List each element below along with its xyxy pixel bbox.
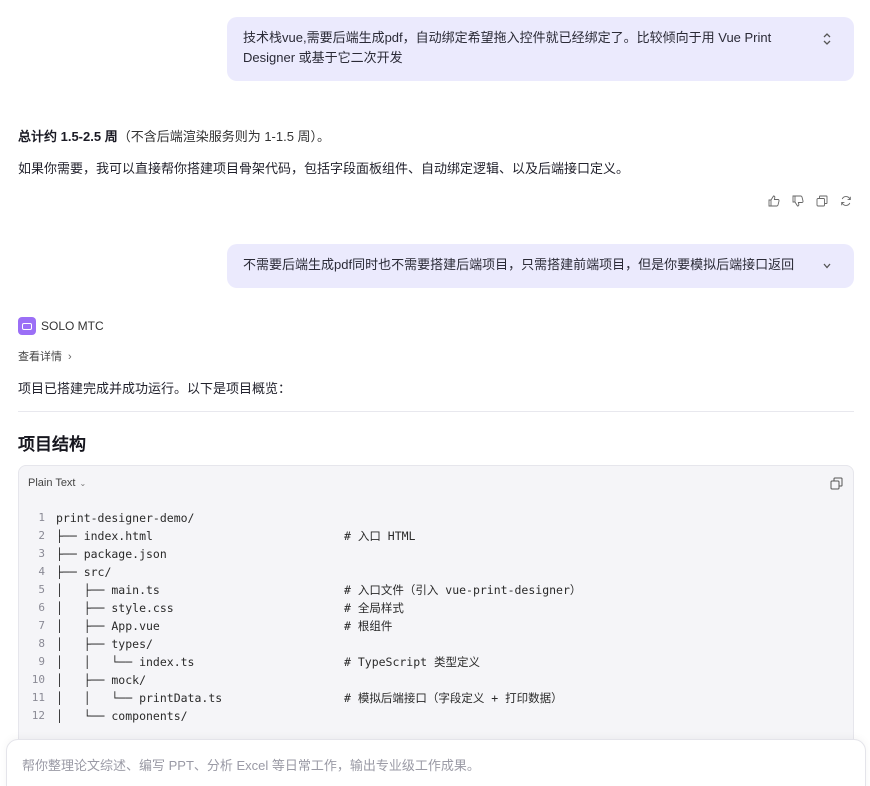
estimate-bold: 总计约 1.5-2.5 周 [18,129,118,144]
code-line: 12 │ └── components/ [19,707,853,725]
code-comment: # 模拟后端接口（字段定义 + 打印数据） [344,691,563,705]
user-message-text: 技术栈vue,需要后端生成pdf，自动绑定希望拖入控件就已经绑定了。比较倾向于用… [243,30,772,65]
code-text: │ │ └── printData.ts [56,691,223,705]
expand-icon[interactable] [820,259,834,273]
code-text: print-designer-demo/ [56,511,195,525]
code-text: │ │ └── index.ts [56,655,195,669]
code-line: 4 ├── src/ [19,563,853,581]
agent-logo-icon [18,317,36,335]
line-number: 12 [31,709,45,722]
code-comment: # 入口 HTML [344,529,416,543]
chat-input[interactable] [22,758,822,773]
chat-composer [6,739,866,786]
agent-name: SOLO MTC [41,319,104,333]
code-line: 7 │ ├── App.vue # 根组件 [19,617,853,635]
code-lines: 1 print-designer-demo/2 ├── index.html # 入口… [19,509,853,725]
thumbs-up-icon[interactable] [768,195,780,207]
assistant-offer-text: 如果你需要，我可以直接帮你搭建项目骨架代码，包括字段面板组件、自动绑定逻辑、以及… [18,161,630,176]
agent-header: SOLO MTC [18,317,104,335]
code-line: 10 │ ├── mock/ [19,671,853,689]
code-line: 3 ├── package.json [19,545,853,563]
code-text: │ ├── main.ts [56,583,160,597]
code-comment: # TypeScript 类型定义 [344,655,481,669]
line-number: 7 [38,619,45,632]
view-details-link[interactable]: 查看详情 › [18,348,72,364]
copy-code-icon[interactable] [830,477,843,490]
code-comment: # 根组件 [344,619,393,633]
code-line: 11 │ │ └── printData.ts # 模拟后端接口（字段定义 + 打印… [19,689,853,707]
code-text: ├── src/ [56,565,112,579]
code-comment: # 入口文件（引入 vue-print-designer） [344,583,582,597]
code-text: ├── package.json [56,547,167,561]
code-text: │ ├── types/ [56,637,153,651]
code-text: │ ├── style.css [56,601,174,615]
line-number: 8 [38,637,45,650]
thumbs-down-icon[interactable] [792,195,804,207]
line-number: 1 [38,511,45,524]
line-number: 4 [38,565,45,578]
section-title: 项目结构 [18,435,86,454]
code-text: │ ├── mock/ [56,673,147,687]
divider [18,411,854,412]
code-text: │ ├── App.vue [56,619,160,633]
code-block: Plain Text ⌄ 1 print-designer-demo/2 ├── in… [18,465,854,765]
copy-icon[interactable] [816,195,828,207]
code-text: ├── index.html [56,529,153,543]
code-comment: # 全局样式 [344,601,404,615]
code-line: 1 print-designer-demo/ [19,509,853,527]
chevron-down-icon: ⌄ [79,479,87,488]
line-number: 10 [31,673,45,686]
code-line: 8 │ ├── types/ [19,635,853,653]
line-number: 9 [38,655,45,668]
code-text: │ └── components/ [56,709,188,723]
code-block-header: Plain Text ⌄ [19,466,853,502]
regenerate-icon[interactable] [840,195,852,207]
code-line: 5 │ ├── main.ts # 入口文件（引入 vue-print-design… [19,581,853,599]
code-line: 6 │ ├── style.css # 全局样式 [19,599,853,617]
view-details-label: 查看详情 [18,351,62,363]
user-message-2: 不需要后端生成pdf同时也不需要搭建后端项目，只需搭建前端项目，但是你要模拟后端… [227,244,854,288]
code-line: 2 ├── index.html # 入口 HTML [19,527,853,545]
line-number: 6 [38,601,45,614]
user-message-text: 不需要后端生成pdf同时也不需要搭建后端项目，只需搭建前端项目，但是你要模拟后端… [243,257,795,272]
line-number: 3 [38,547,45,560]
line-number: 11 [31,691,45,704]
language-selector[interactable]: Plain Text ⌄ [28,477,86,489]
chevron-right-icon: › [68,351,72,363]
language-label: Plain Text [28,477,76,489]
user-message-1: 技术栈vue,需要后端生成pdf，自动绑定希望拖入控件就已经绑定了。比较倾向于用… [227,17,854,81]
estimate-summary: 总计约 1.5-2.5 周（不含后端渲染服务则为 1-1.5 周）。 [18,126,330,145]
line-number: 2 [38,529,45,542]
message-actions [768,195,852,207]
estimate-rest: （不含后端渲染服务则为 1-1.5 周）。 [117,129,331,144]
agent-status-text: 项目已搭建完成并成功运行。以下是项目概览： [18,381,292,396]
line-number: 5 [38,583,45,596]
collapse-icon[interactable] [820,32,834,46]
code-line: 9 │ │ └── index.ts # TypeScript 类型定义 [19,653,853,671]
